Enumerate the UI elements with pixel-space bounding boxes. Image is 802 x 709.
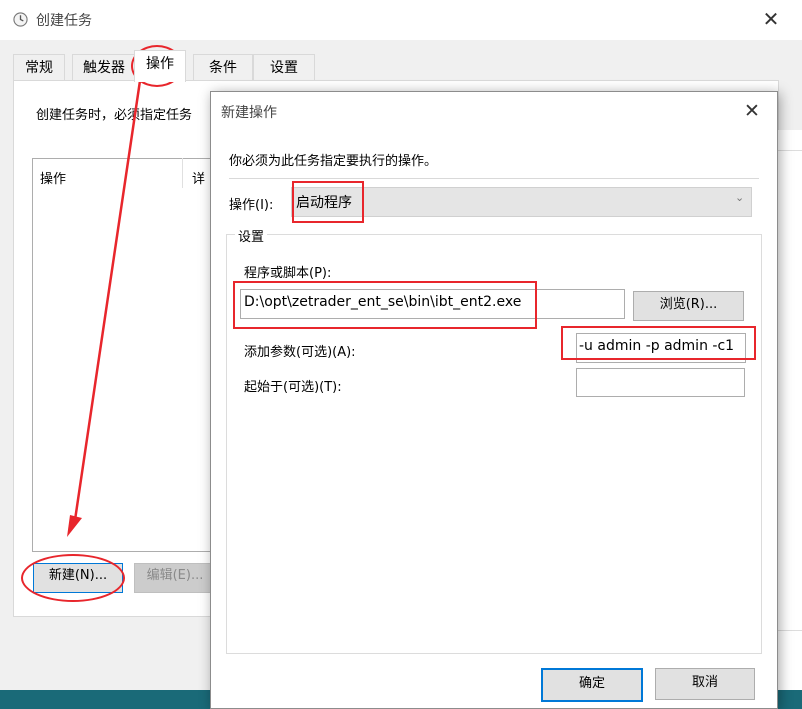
ok-button[interactable]: 确定 <box>541 668 643 702</box>
settings-group-label: 设置 <box>235 226 268 245</box>
clock-icon <box>13 12 28 27</box>
tab-general[interactable]: 常规 <box>13 54 65 81</box>
annotation-box-arguments <box>561 326 756 360</box>
tab-triggers[interactable]: 触发器 <box>72 54 136 81</box>
browse-button[interactable]: 浏览(R)... <box>633 291 744 321</box>
annotation-ellipse-new-button <box>21 554 125 602</box>
window-title: 创建任务 <box>36 13 92 29</box>
annotation-box-program-path <box>233 281 537 329</box>
program-label: 程序或脚本(P): <box>244 266 332 281</box>
tab-conditions[interactable]: 条件 <box>193 54 253 81</box>
arguments-label: 添加参数(可选)(A): <box>244 345 356 360</box>
edit-action-button: 编辑(E)... <box>134 563 216 593</box>
annotation-box-action-type <box>292 181 364 223</box>
column-header-details[interactable]: 详 <box>192 168 205 187</box>
chevron-down-icon[interactable]: ⌄ <box>735 191 744 204</box>
column-divider <box>182 158 183 188</box>
column-header-action[interactable]: 操作 <box>40 168 66 187</box>
dialog-description: 你必须为此任务指定要执行的操作。 <box>229 154 438 169</box>
cancel-button[interactable]: 取消 <box>655 668 755 700</box>
actions-list[interactable] <box>32 158 224 552</box>
tab-actions[interactable]: 操作 <box>134 50 186 82</box>
start-in-label: 起始于(可选)(T): <box>244 380 342 395</box>
divider <box>229 178 759 179</box>
action-label: 操作(I): <box>229 198 274 213</box>
close-icon[interactable]: ✕ <box>741 100 763 122</box>
start-in-input[interactable] <box>576 368 745 397</box>
title-bar <box>0 0 802 40</box>
dialog-title: 新建操作 <box>221 105 277 121</box>
tab-settings[interactable]: 设置 <box>253 54 315 81</box>
actions-description: 创建任务时，必须指定任务 <box>36 108 193 123</box>
close-icon[interactable]: ✕ <box>760 8 782 30</box>
dialog-title-bar <box>211 92 777 130</box>
background-list-fragment <box>776 130 802 690</box>
